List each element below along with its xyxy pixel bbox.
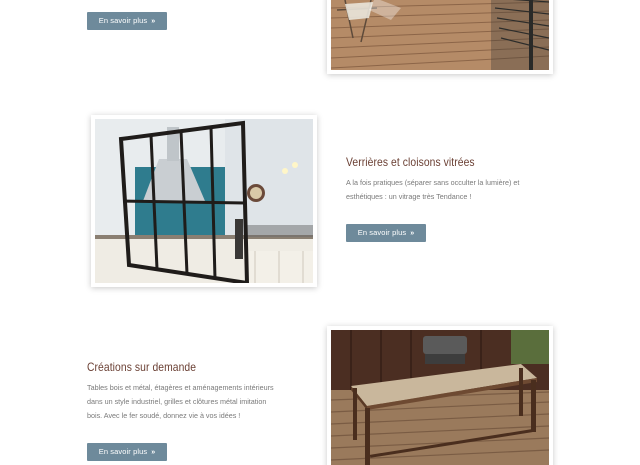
button-label: En savoir plus [357, 228, 407, 237]
deck-photo [327, 0, 553, 74]
page: En savoir plus» Verrières et cloisons vi… [0, 0, 640, 465]
en-savoir-plus-button-1[interactable]: En savoir plus» [87, 12, 167, 30]
section-title-creations: Créations sur demande [87, 360, 197, 374]
deck-image [331, 0, 549, 70]
section-title-verrieres: Verrières et cloisons vitrées [346, 155, 475, 169]
description-line: Tables bois et métal, étagères et aménag… [87, 383, 274, 392]
glass-partition-photo [91, 115, 317, 287]
button-label: En savoir plus [98, 447, 148, 456]
description-line: esthétiques : un vitrage très Tendance ! [346, 192, 472, 201]
description-line: dans un style industriel, grilles et clô… [87, 397, 267, 406]
en-savoir-plus-button-2[interactable]: En savoir plus» [346, 224, 426, 242]
table-image [331, 330, 549, 465]
table-photo [327, 326, 553, 465]
double-chevron-right-icon: » [151, 449, 156, 456]
double-chevron-right-icon: » [151, 18, 156, 25]
button-label: En savoir plus [98, 16, 148, 25]
double-chevron-right-icon: » [410, 230, 415, 237]
glass-partition-image [95, 119, 313, 283]
section-description-creations: Tables bois et métal, étagères et aménag… [87, 381, 274, 423]
en-savoir-plus-button-3[interactable]: En savoir plus» [87, 443, 167, 461]
description-line: bois. Avec le fer soudé, donnez vie à vo… [87, 411, 241, 420]
description-line: A la fois pratiques (séparer sans occult… [346, 178, 520, 187]
section-description-verrieres: A la fois pratiques (séparer sans occult… [346, 176, 519, 204]
